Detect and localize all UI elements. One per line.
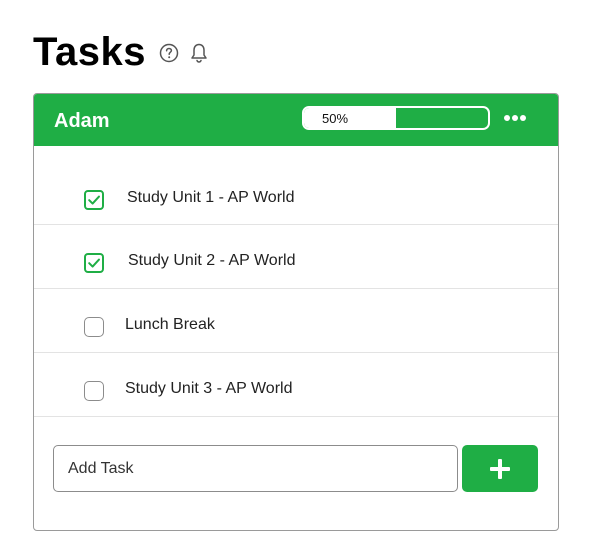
task-checkbox[interactable] xyxy=(84,317,104,337)
page-title: Tasks xyxy=(33,30,146,74)
bell-icon[interactable] xyxy=(188,42,210,64)
check-icon xyxy=(88,195,100,205)
more-horizontal-icon[interactable] xyxy=(502,108,528,128)
task-item: Study Unit 2 - AP World xyxy=(34,225,558,289)
progress-bar: 50% xyxy=(302,106,490,130)
plus-icon xyxy=(490,458,510,479)
task-item: Study Unit 1 - AP World xyxy=(34,162,558,225)
progress-label: 50% xyxy=(322,111,349,126)
task-label: Study Unit 2 - AP World xyxy=(128,252,296,269)
page-header: Tasks xyxy=(33,30,210,74)
tasks-page: Tasks Adam 50% Study Unit 1 - AP World S… xyxy=(0,0,595,559)
task-item: Study Unit 3 - AP World xyxy=(34,353,558,417)
user-name: Adam xyxy=(54,110,110,132)
add-task-input[interactable] xyxy=(53,445,458,492)
add-task-row xyxy=(34,418,558,518)
task-checkbox[interactable] xyxy=(84,190,104,210)
task-item: Lunch Break xyxy=(34,289,558,353)
task-list: Study Unit 1 - AP World Study Unit 2 - A… xyxy=(34,162,558,417)
check-icon xyxy=(88,258,100,268)
task-checkbox[interactable] xyxy=(84,253,104,273)
task-label: Study Unit 3 - AP World xyxy=(125,380,293,397)
task-label: Study Unit 1 - AP World xyxy=(127,189,295,206)
progress-fill xyxy=(304,108,396,128)
help-circle-icon[interactable] xyxy=(158,42,180,64)
task-checkbox[interactable] xyxy=(84,381,104,401)
card-header: Adam 50% xyxy=(34,94,558,146)
task-label: Lunch Break xyxy=(125,316,215,333)
task-card: Adam 50% Study Unit 1 - AP World Study U… xyxy=(33,93,559,531)
add-task-button[interactable] xyxy=(462,445,538,492)
